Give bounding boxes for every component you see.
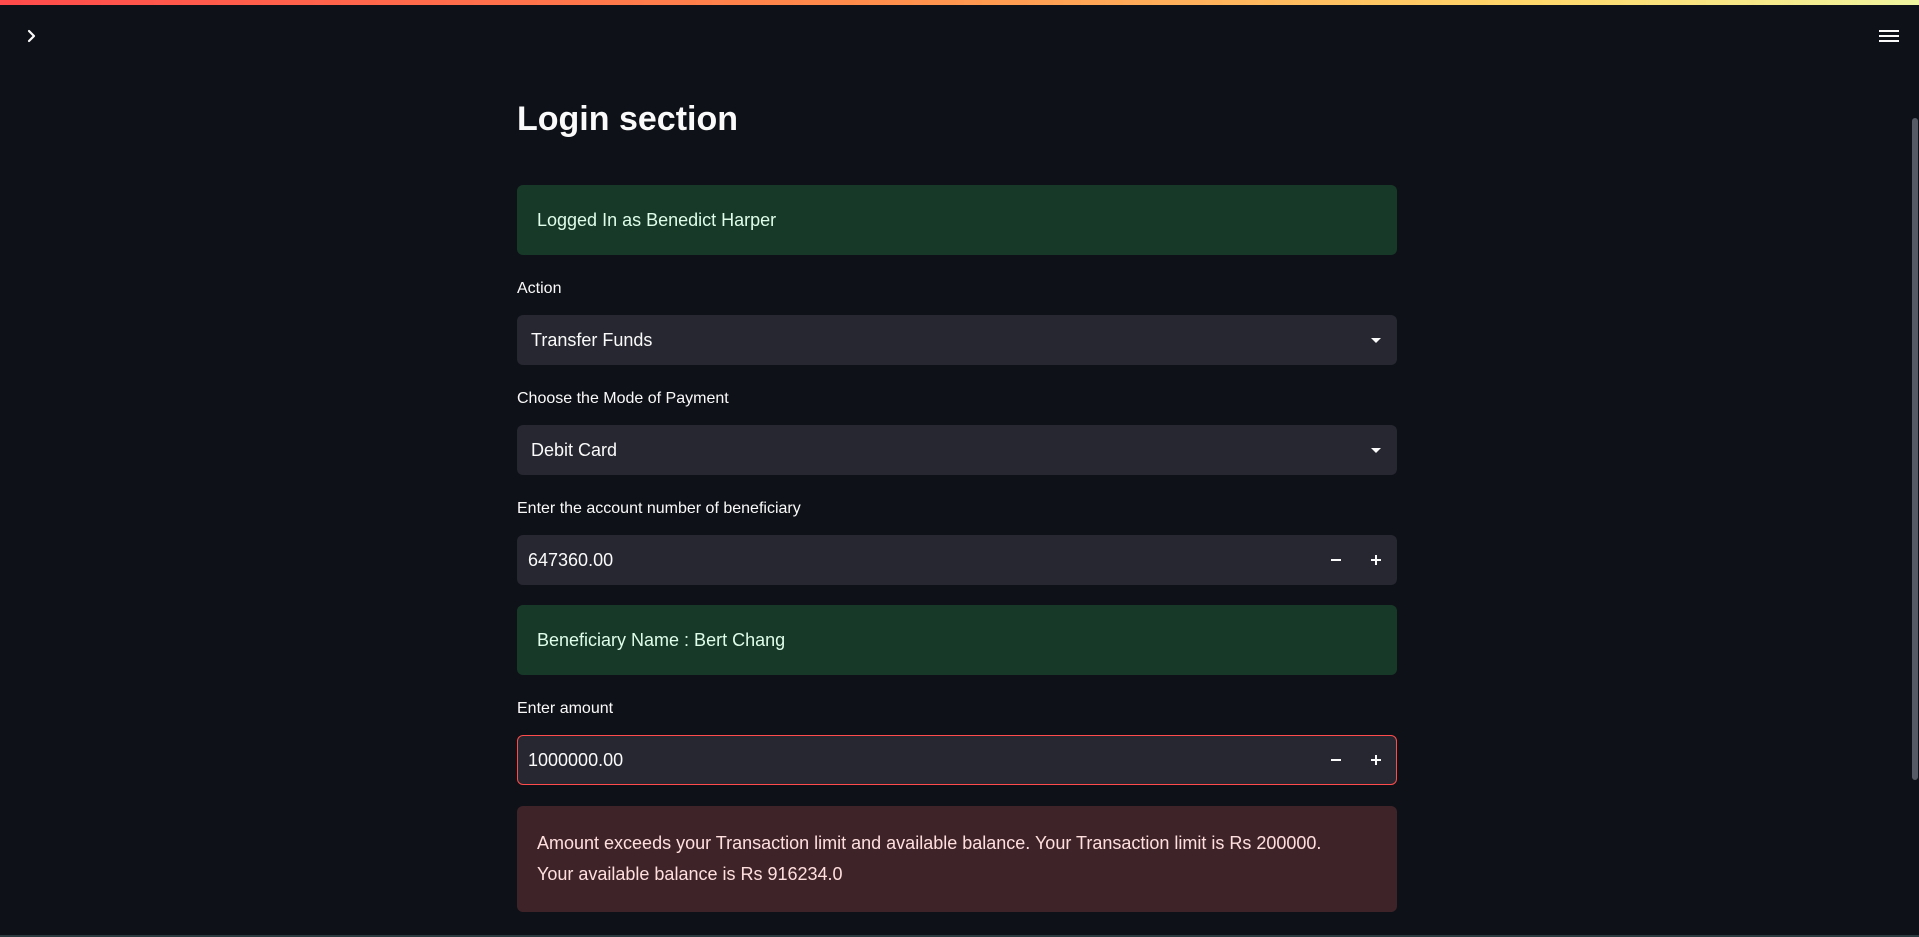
- header-decoration-bar: [0, 0, 1919, 5]
- action-label: Action: [517, 280, 562, 297]
- minus-icon: [1331, 759, 1341, 761]
- payment-mode-select-value: Debit Card: [531, 439, 618, 460]
- main-menu-button[interactable]: [1874, 22, 1904, 50]
- amount-input[interactable]: [518, 736, 1316, 784]
- chevron-right-icon: [27, 29, 36, 43]
- payment-mode-select[interactable]: Debit Card: [517, 425, 1397, 475]
- beneficiary-name-text: Beneficiary Name : Bert Chang: [537, 629, 786, 650]
- account-number-decrement-button[interactable]: [1316, 536, 1356, 584]
- action-select-value: Transfer Funds: [531, 329, 653, 350]
- beneficiary-name-alert: Beneficiary Name : Bert Chang: [517, 605, 1397, 675]
- account-number-input-container: [517, 535, 1397, 585]
- payment-mode-label: Choose the Mode of Payment: [517, 390, 729, 407]
- login-status-alert: Logged In as Benedict Harper: [517, 185, 1397, 255]
- amount-input-container: [517, 735, 1397, 785]
- account-number-input[interactable]: [518, 536, 1316, 584]
- caret-down-icon: [1371, 337, 1381, 343]
- amount-label: Enter amount: [517, 700, 614, 717]
- plus-icon: [1371, 555, 1381, 565]
- account-number-label: Enter the account number of beneficiary: [517, 500, 801, 517]
- caret-down-icon: [1371, 447, 1381, 453]
- account-number-increment-button[interactable]: [1356, 536, 1396, 584]
- action-select[interactable]: Transfer Funds: [517, 315, 1397, 365]
- error-message-line-2: Your available balance is Rs 916234.0: [537, 864, 843, 884]
- minus-icon: [1331, 559, 1341, 561]
- error-message-line-1: Amount exceeds your Transaction limit an…: [537, 833, 1322, 853]
- login-status-text: Logged In as Benedict Harper: [537, 209, 777, 230]
- amount-error-alert: Amount exceeds your Transaction limit an…: [517, 806, 1397, 912]
- amount-decrement-button[interactable]: [1316, 736, 1356, 784]
- plus-icon: [1371, 755, 1381, 765]
- hamburger-menu-icon: [1879, 30, 1899, 42]
- scrollbar-thumb[interactable]: [1912, 118, 1918, 780]
- sidebar-toggle-button[interactable]: [20, 24, 44, 48]
- page-title: Login section: [517, 100, 738, 138]
- amount-increment-button[interactable]: [1356, 736, 1396, 784]
